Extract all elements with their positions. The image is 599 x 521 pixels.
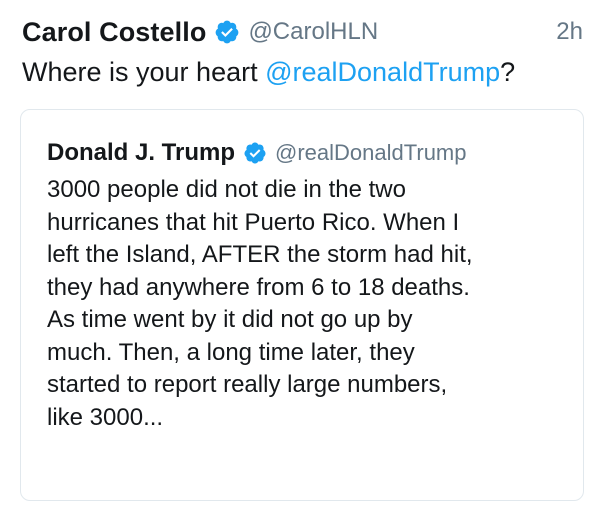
timestamp[interactable]: 2h xyxy=(556,14,583,50)
tweet-text: Where is your heart @realDonaldTrump? xyxy=(22,54,583,90)
quoted-author-handle: @realDonaldTrump xyxy=(275,140,467,165)
quoted-text-line: 3000 people did not die in the two xyxy=(47,176,406,203)
quoted-text-line: left the Island, AFTER the storm had hit… xyxy=(47,241,473,268)
mention-link[interactable]: @realDonaldTrump xyxy=(265,57,500,87)
tweet-card[interactable]: Carol Costello @CarolHLN 2h Where is you… xyxy=(0,0,599,521)
verified-badge-icon xyxy=(243,141,267,165)
quoted-tweet-header: Donald J. Trump @realDonaldTrump xyxy=(47,136,563,170)
author-name[interactable]: Carol Costello xyxy=(22,17,206,48)
quoted-text-line: started to report really large numbers, xyxy=(47,371,448,398)
quoted-text-line: hurricanes that hit Puerto Rico. When I xyxy=(47,208,460,236)
quoted-author-name: Donald J. Trump xyxy=(47,139,236,166)
quoted-text-line: they had anywhere from 6 to 18 deaths. xyxy=(47,273,470,301)
author-handle[interactable]: @CarolHLN xyxy=(248,18,378,46)
tweet-header: Carol Costello @CarolHLN 2h xyxy=(22,14,583,50)
quoted-tweet-card[interactable]: Donald J. Trump @realDonaldTrump 3000 pe… xyxy=(20,109,584,501)
quoted-text-line: like 3000... xyxy=(47,403,164,431)
tweet-text-suffix: ? xyxy=(500,57,516,87)
quoted-tweet-text: 3000 people did not die in the two hurri… xyxy=(47,174,567,434)
verified-badge-icon xyxy=(214,19,240,45)
quoted-text-line: much. Then, a long time later, they xyxy=(47,338,415,366)
tweet-text-prefix: Where is your heart xyxy=(22,57,266,87)
quoted-text-line: As time went by it did not go up by xyxy=(47,306,413,333)
